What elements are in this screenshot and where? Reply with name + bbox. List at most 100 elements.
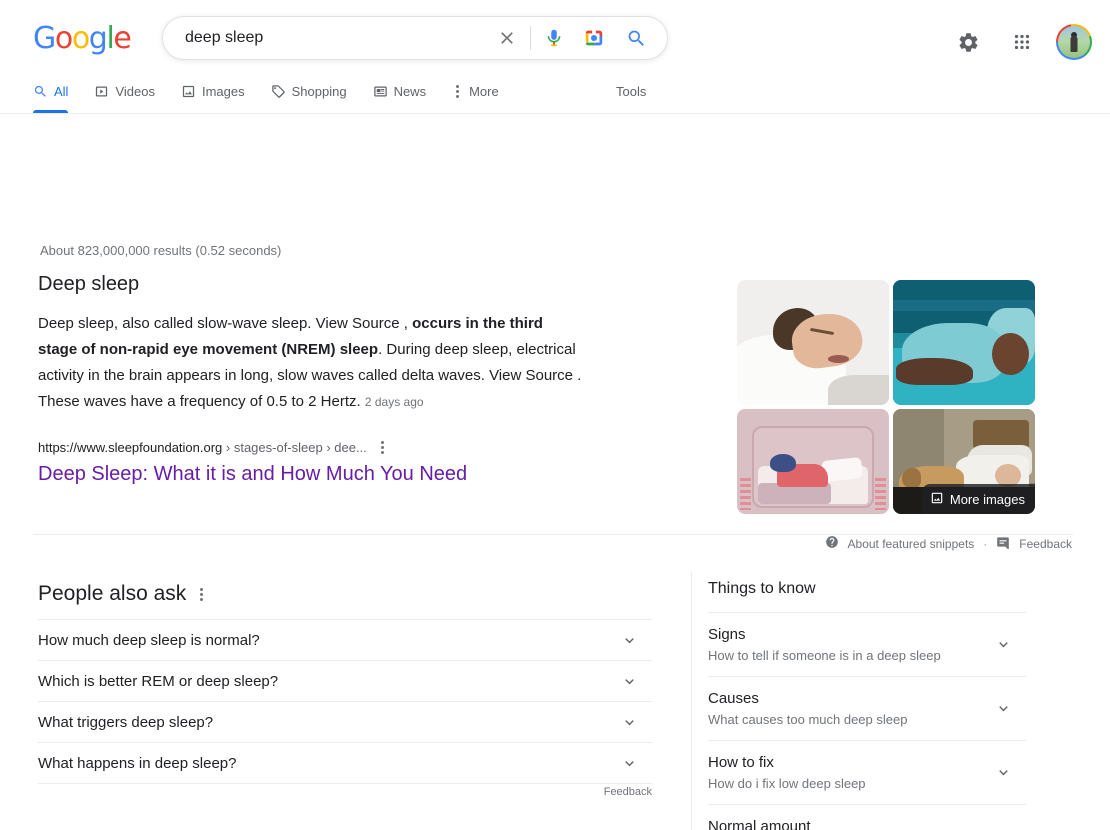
ttk-item-subtitle: How to tell if someone is in a deep slee…: [708, 648, 941, 663]
search-icon[interactable]: [623, 28, 649, 49]
things-to-know-item[interactable]: Causes What causes too much deep sleep: [708, 676, 1026, 740]
source-url-row: https://www.sleepfoundation.org › stages…: [38, 438, 652, 457]
result-stats: About 823,000,000 results (0.52 seconds): [40, 243, 282, 258]
chevron-down-icon: [620, 713, 638, 731]
things-to-know-panel: Things to know Signs How to tell if some…: [708, 580, 1026, 830]
ttk-item-title: How to fix: [708, 754, 774, 771]
snippet-feedback-link[interactable]: Feedback: [1019, 537, 1072, 551]
tab-label: More: [469, 83, 499, 99]
paa-question-label: How much deep sleep is normal?: [38, 631, 260, 649]
logo-letter: l: [106, 21, 114, 56]
tab-all[interactable]: All: [33, 69, 69, 113]
google-lens-camera-icon[interactable]: [581, 27, 607, 49]
paa-question-label: What happens in deep sleep?: [38, 754, 237, 772]
logo-letter: g: [88, 21, 108, 56]
logo-letter: o: [54, 21, 73, 56]
source-url[interactable]: https://www.sleepfoundation.org › stages…: [38, 439, 367, 457]
news-icon: [373, 84, 388, 99]
image-thumbnail[interactable]: [737, 409, 889, 514]
tab-shopping[interactable]: Shopping: [271, 69, 347, 113]
column-divider: [691, 572, 692, 830]
tab-label: All: [54, 83, 69, 99]
people-also-ask: People also ask How much deep sleep is n…: [38, 582, 652, 805]
separator: ·: [983, 536, 988, 551]
things-to-know-item[interactable]: Signs How to tell if someone is in a dee…: [708, 612, 1026, 676]
header-actions: [948, 22, 1092, 62]
search-bar[interactable]: [162, 16, 668, 60]
things-to-know-title: Things to know: [708, 580, 816, 597]
tools-button[interactable]: Tools: [616, 69, 646, 113]
image-grid: More images: [737, 280, 1035, 514]
google-logo[interactable]: Google: [33, 21, 132, 56]
search-input-wrapper: [163, 26, 492, 50]
url-domain: https://www.sleepfoundation.org: [38, 439, 223, 455]
ttk-item-title: Causes: [708, 690, 759, 707]
snippet-part: Deep sleep, also called slow-wave sleep.…: [38, 315, 413, 332]
feedback-flag-icon[interactable]: [996, 535, 1010, 552]
image-thumbnail-more-images[interactable]: More images: [893, 409, 1035, 514]
about-featured-snippets-link[interactable]: About featured snippets: [848, 537, 975, 551]
snippet-date: 2 days ago: [364, 395, 424, 409]
microphone-icon[interactable]: [541, 27, 567, 49]
tab-videos[interactable]: Videos: [94, 69, 155, 113]
kebab-menu-icon[interactable]: [196, 585, 207, 604]
search-icon: [33, 84, 48, 99]
tab-more[interactable]: More: [452, 69, 499, 113]
ttk-item-title: Normal amount: [708, 818, 811, 830]
help-circle-icon[interactable]: [825, 535, 839, 552]
gear-icon[interactable]: [948, 22, 988, 62]
apps-grid-icon[interactable]: [1002, 22, 1042, 62]
close-icon[interactable]: [492, 23, 522, 53]
paa-question[interactable]: How much deep sleep is normal?: [38, 619, 652, 660]
tag-icon: [271, 84, 286, 99]
things-to-know-item[interactable]: Normal amount What is the normal amount …: [708, 804, 1026, 830]
logo-letter: o: [71, 21, 90, 56]
ttk-item-text: Causes What causes too much deep sleep: [708, 688, 907, 729]
paa-question-label: Which is better REM or deep sleep?: [38, 672, 279, 690]
tab-news[interactable]: News: [373, 69, 427, 113]
video-icon: [94, 84, 109, 99]
paa-question[interactable]: What happens in deep sleep?: [38, 742, 652, 783]
featured-snippet: Deep sleep Deep sleep, also called slow-…: [38, 271, 652, 487]
search-divider: [530, 26, 531, 50]
ttk-item-title: Signs: [708, 626, 746, 643]
image-icon: [181, 84, 196, 99]
image-thumbnail[interactable]: [737, 280, 889, 405]
paa-question[interactable]: What triggers deep sleep?: [38, 701, 652, 742]
kebab-icon: [452, 82, 463, 101]
ttk-item-subtitle: How do i fix low deep sleep: [708, 776, 866, 791]
chevron-down-icon: [620, 672, 638, 690]
chevron-down-icon: [994, 700, 1012, 718]
logo-letter: e: [113, 21, 131, 56]
featured-snippet-link[interactable]: Deep Sleep: What it is and How Much You …: [38, 461, 652, 487]
featured-snippet-source: https://www.sleepfoundation.org › stages…: [38, 438, 652, 487]
chevron-down-icon: [994, 764, 1012, 782]
avatar-image: [1058, 26, 1090, 58]
avatar-figure-body: [1070, 35, 1078, 52]
image-icon: [930, 491, 944, 508]
paa-question[interactable]: Which is better REM or deep sleep?: [38, 660, 652, 701]
paa-question-label: What triggers deep sleep?: [38, 713, 214, 731]
paa-header: People also ask: [38, 582, 652, 619]
tab-images[interactable]: Images: [181, 69, 245, 113]
kebab-menu-icon[interactable]: [377, 438, 388, 457]
search-header: Google deep sleep All Videos Images Shop…: [0, 0, 1110, 114]
search-input[interactable]: [183, 26, 492, 50]
more-images-label: More images: [949, 491, 1025, 507]
snippet-footer: About featured snippets · Feedback: [825, 535, 1072, 552]
ttk-item-text: Signs How to tell if someone is in a dee…: [708, 624, 941, 665]
ttk-item-subtitle: What causes too much deep sleep: [708, 712, 908, 727]
image-thumbnail[interactable]: [893, 280, 1035, 405]
search-tabs: All Videos Images Shopping News More: [33, 69, 525, 113]
url-breadcrumb: › stages-of-sleep › dee...: [222, 439, 367, 455]
featured-snippet-title: Deep sleep: [38, 273, 140, 295]
things-to-know-item[interactable]: How to fix How do i fix low deep sleep: [708, 740, 1026, 804]
avatar[interactable]: [1056, 24, 1092, 60]
paa-title: People also ask: [38, 582, 187, 605]
chevron-down-icon: [620, 631, 638, 649]
featured-snippet-text: Deep sleep, also called slow-wave sleep.…: [38, 311, 586, 415]
more-images-button[interactable]: More images: [921, 484, 1035, 514]
paa-feedback-link[interactable]: Feedback: [604, 786, 652, 798]
chevron-down-icon: [620, 754, 638, 772]
tab-label: News: [393, 83, 427, 99]
